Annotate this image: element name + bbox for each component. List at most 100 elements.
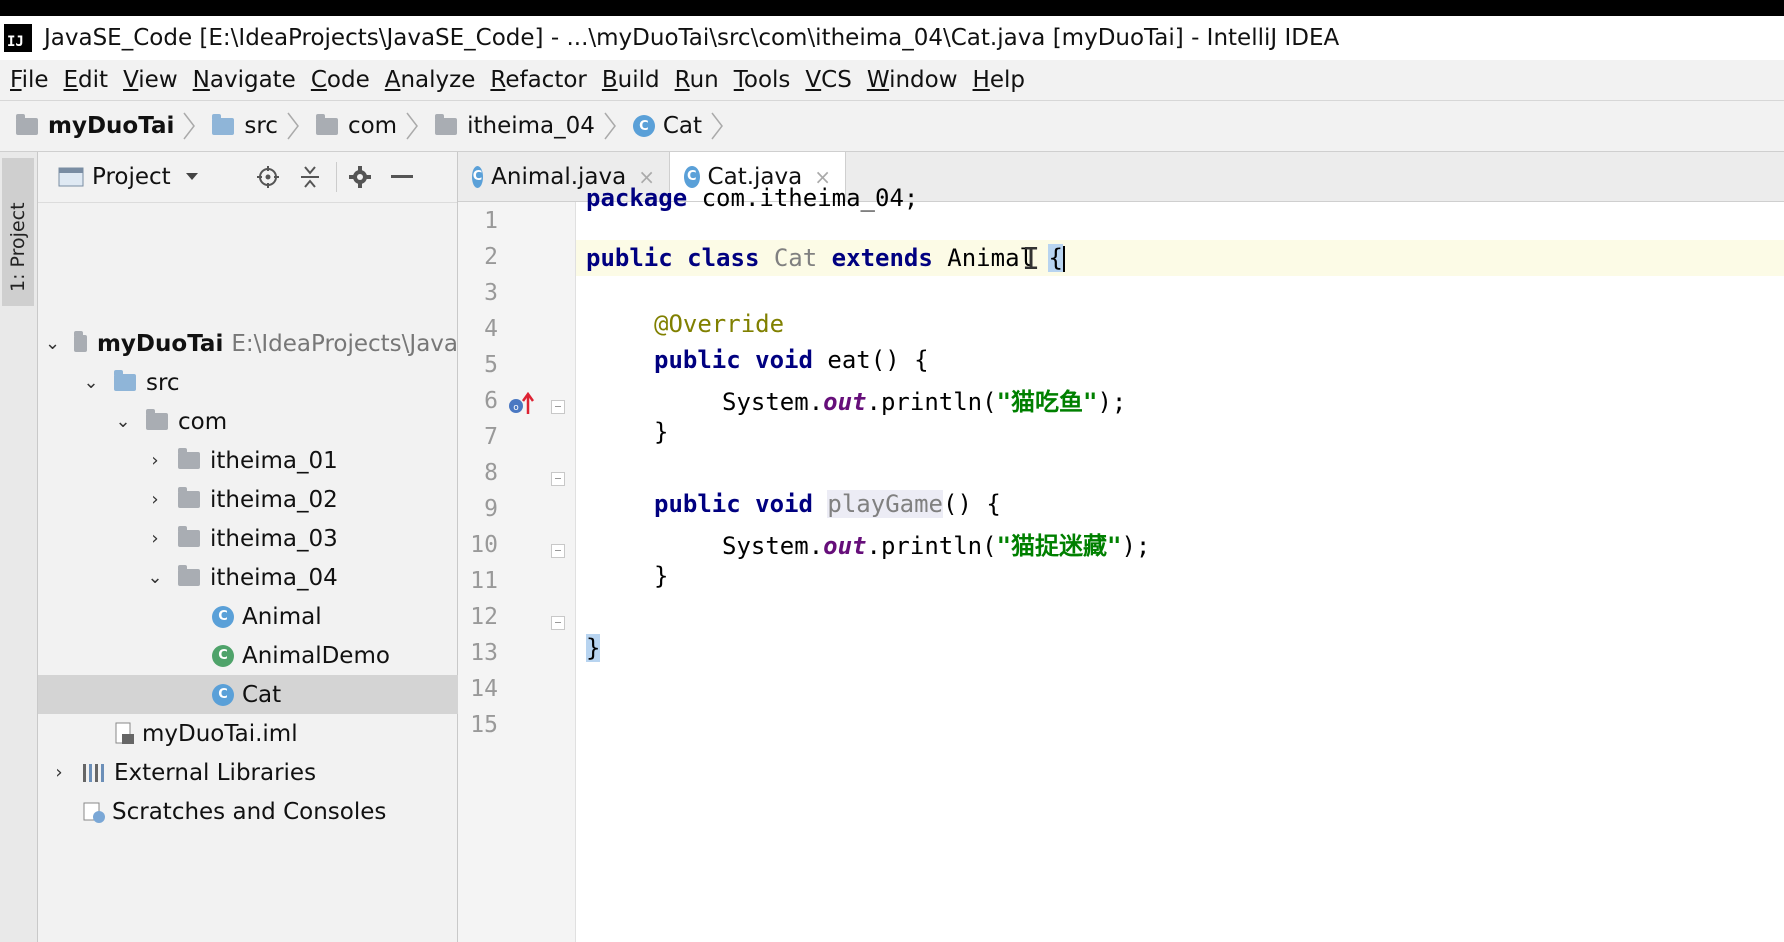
menu-build[interactable]: Build bbox=[602, 67, 660, 93]
hide-panel-icon[interactable] bbox=[390, 165, 414, 189]
override-marker-icon[interactable]: o bbox=[508, 391, 535, 421]
fold-toggle-icon[interactable] bbox=[551, 616, 565, 630]
code-line-11[interactable]: System.out.println("猫捉迷藏"); bbox=[722, 526, 1150, 561]
code-text: } bbox=[654, 562, 669, 590]
tree-node-cat[interactable]: C Cat bbox=[38, 675, 458, 714]
chevron-right-icon[interactable]: › bbox=[146, 450, 164, 471]
breadcrumb-class[interactable]: C Cat bbox=[632, 113, 703, 139]
module-folder-icon bbox=[16, 113, 38, 135]
line-number: 2 bbox=[484, 244, 498, 270]
chevron-down-icon[interactable] bbox=[185, 172, 199, 182]
class-name: Cat bbox=[773, 244, 818, 272]
fold-toggle-icon[interactable] bbox=[551, 544, 565, 558]
tree-node-label: com bbox=[178, 408, 228, 435]
folder-icon bbox=[178, 526, 200, 547]
menu-analyze[interactable]: Analyze bbox=[385, 67, 476, 93]
iml-file-icon bbox=[115, 722, 134, 744]
fold-toggle-icon[interactable] bbox=[551, 400, 565, 414]
breadcrumb-com[interactable]: com bbox=[315, 113, 397, 139]
folder-icon bbox=[178, 448, 200, 469]
code-line-10[interactable]: public void playGame() { bbox=[654, 490, 1001, 518]
intellij-logo-icon: IJ bbox=[4, 24, 32, 52]
code-text: com.itheima_04; bbox=[687, 184, 919, 212]
tree-node-itheima-03[interactable]: › itheima_03 bbox=[38, 519, 458, 558]
tree-node-label: itheima_01 bbox=[210, 447, 338, 474]
chevron-down-icon[interactable]: ⌄ bbox=[82, 372, 100, 393]
tree-node-label: Cat bbox=[242, 681, 282, 708]
menu-navigate[interactable]: Navigate bbox=[193, 67, 296, 93]
chevron-down-icon[interactable]: ⌄ bbox=[114, 411, 132, 432]
menu-edit[interactable]: Edit bbox=[64, 67, 109, 93]
code-line-14[interactable]: } bbox=[586, 634, 601, 662]
code-line-6[interactable]: public void eat() { bbox=[654, 346, 929, 374]
tree-node-label: External Libraries bbox=[114, 759, 317, 786]
keyword: void bbox=[755, 346, 813, 374]
project-view-selector[interactable]: Project bbox=[92, 164, 171, 190]
chevron-right-icon[interactable]: › bbox=[146, 489, 164, 510]
menu-refactor[interactable]: Refactor bbox=[490, 67, 587, 93]
tree-node-iml[interactable]: myDuoTai.iml bbox=[38, 714, 458, 753]
folder-icon bbox=[315, 113, 338, 135]
code-line-3[interactable]: public class Cat extends Animal { bbox=[586, 244, 1065, 272]
breadcrumb: myDuoTai src com itheima_04 C Cat bbox=[0, 100, 1784, 152]
parent-class-name: Animal bbox=[947, 244, 1034, 272]
locate-file-icon[interactable] bbox=[256, 165, 280, 189]
window-titlebar: IJ JavaSE_Code [E:\IdeaProjects\JavaSE_C… bbox=[0, 16, 1784, 60]
tree-node-scratches[interactable]: Scratches and Consoles bbox=[38, 792, 458, 831]
fold-toggle-icon[interactable] bbox=[551, 472, 565, 486]
menu-window[interactable]: Window bbox=[867, 67, 958, 93]
breadcrumb-label: Cat bbox=[662, 113, 703, 139]
project-tool-label: 1: Project bbox=[7, 202, 29, 292]
tree-node-external-libraries[interactable]: › External Libraries bbox=[38, 753, 458, 792]
chevron-right-icon[interactable]: › bbox=[146, 528, 164, 549]
code-text: System. bbox=[722, 532, 824, 560]
chevron-right-icon[interactable]: › bbox=[50, 762, 68, 783]
code-line-7[interactable]: System.out.println("猫吃鱼"); bbox=[722, 382, 1126, 417]
menu-view[interactable]: View bbox=[123, 67, 178, 93]
class-icon: C bbox=[212, 683, 234, 706]
tree-node-animal[interactable]: C Animal bbox=[38, 597, 458, 636]
menu-run[interactable]: Run bbox=[675, 67, 719, 93]
line-number: 11 bbox=[470, 568, 498, 594]
tree-node-label: src bbox=[146, 369, 180, 396]
code-line-12[interactable]: } bbox=[654, 562, 668, 590]
tree-node-itheima-04[interactable]: ⌄ itheima_04 bbox=[38, 558, 458, 597]
text-caret bbox=[1062, 246, 1065, 272]
code-text: eat() { bbox=[812, 346, 929, 374]
gear-icon[interactable] bbox=[348, 165, 372, 189]
project-tool-button[interactable]: 1: Project bbox=[2, 158, 34, 306]
breadcrumb-src[interactable]: src bbox=[212, 113, 278, 139]
collapse-all-icon[interactable] bbox=[298, 165, 322, 189]
project-view-icon bbox=[58, 167, 84, 187]
menu-help[interactable]: Help bbox=[973, 67, 1025, 93]
keyword: class bbox=[687, 244, 760, 272]
code-line-8[interactable]: } bbox=[654, 418, 668, 446]
keyword: void bbox=[755, 490, 813, 518]
tree-node-src[interactable]: ⌄ src bbox=[38, 363, 458, 402]
code-line-5[interactable]: @Override bbox=[654, 310, 784, 338]
breadcrumb-module[interactable]: myDuoTai bbox=[16, 113, 174, 139]
tree-node-com[interactable]: ⌄ com bbox=[38, 402, 458, 441]
tree-node-module[interactable]: ⌄ myDuoTai E:\IdeaProjects\Java bbox=[38, 324, 458, 363]
code-line-1[interactable]: package com.itheima_04; bbox=[586, 184, 918, 212]
runnable-class-icon: C bbox=[212, 644, 234, 667]
tree-node-label: Animal bbox=[242, 603, 322, 630]
tree-node-animaldemo[interactable]: C AnimalDemo bbox=[38, 636, 458, 675]
project-panel: Project ⌄ myDuoTai E:\IdeaProjects\Java … bbox=[38, 152, 458, 942]
tree-node-itheima-02[interactable]: › itheima_02 bbox=[38, 480, 458, 519]
line-number: 9 bbox=[484, 496, 498, 522]
libraries-icon bbox=[83, 763, 104, 782]
chevron-down-icon[interactable]: ⌄ bbox=[146, 567, 164, 588]
chevron-right-icon bbox=[406, 112, 419, 140]
header-divider bbox=[336, 162, 337, 192]
breadcrumb-package[interactable]: itheima_04 bbox=[435, 113, 595, 139]
menu-file[interactable]: File bbox=[10, 67, 49, 93]
menu-tools[interactable]: Tools bbox=[734, 67, 791, 93]
tool-window-strip: 1: Project bbox=[0, 152, 38, 942]
menu-code[interactable]: Code bbox=[311, 67, 370, 93]
code-text: ); bbox=[1121, 532, 1151, 560]
chevron-down-icon[interactable]: ⌄ bbox=[45, 333, 60, 354]
tree-node-itheima-01[interactable]: › itheima_01 bbox=[38, 441, 458, 480]
menu-vcs[interactable]: VCS bbox=[805, 67, 851, 93]
code-text: } bbox=[654, 418, 669, 446]
